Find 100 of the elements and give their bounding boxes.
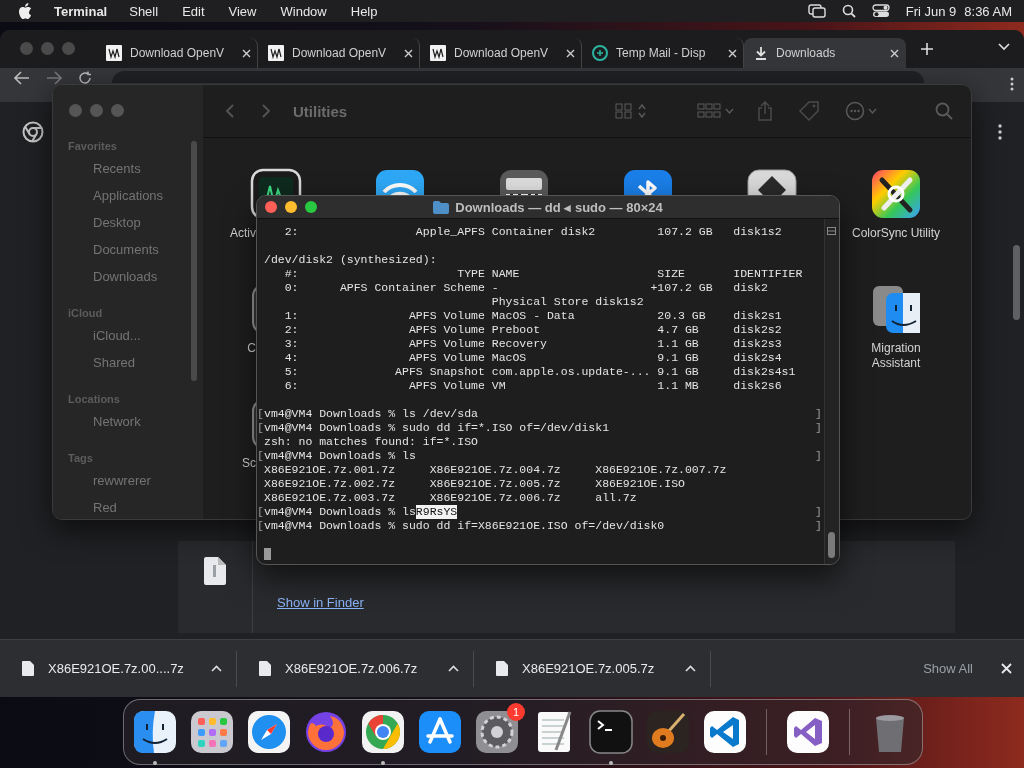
close-window-icon[interactable] [265, 201, 277, 213]
show-all-button[interactable]: Show All [917, 660, 979, 677]
chrome-icon[interactable] [361, 710, 405, 754]
toggle-switches-icon[interactable] [871, 4, 890, 18]
menu-item[interactable]: Edit [182, 3, 205, 19]
line-marker: [ [257, 449, 264, 463]
back-arrow-icon[interactable] [14, 71, 30, 85]
app-label: Sc [242, 456, 256, 471]
terminal-command: vm4@VM4 Downloads % sudo dd if=*.ISO of=/dev/disk1 [264, 421, 610, 435]
more-icon[interactable] [1010, 77, 1014, 91]
menu-item[interactable]: Help [350, 3, 378, 19]
scrollbar-thumb[interactable] [828, 532, 835, 558]
chevron-down-icon[interactable] [998, 43, 1010, 51]
terminal-output: 2: APFS Volume Preboot 4.7 GB disk2s2 [283, 323, 782, 337]
diamond-icon[interactable] [746, 168, 798, 196]
terminal-command: vm4@VM4 Downloads % sudo dd if=X86E921OE.ISO of=/dev/disk0 [264, 519, 665, 533]
keyboard-icon[interactable] [498, 168, 550, 196]
apple-icon[interactable] [18, 3, 32, 19]
download-file-name: X86E921OE.7z.005.7z [522, 661, 656, 676]
scrollbar[interactable] [191, 141, 197, 381]
notification-badge: 1 [507, 703, 525, 721]
line-marker: [ [257, 407, 264, 421]
app-store-icon[interactable] [418, 710, 462, 754]
ide-icon[interactable] [785, 710, 830, 754]
gear-icon[interactable] [475, 710, 519, 754]
reload-icon[interactable] [78, 71, 92, 85]
terminal-command: vm4@VM4 Downloads % ls [264, 505, 416, 519]
line-marker: [ [257, 505, 264, 519]
more-icon[interactable] [998, 124, 1002, 140]
terminal-output: 2: Apple_APFS Container disk2 107.2 GB disk1s2 [283, 225, 782, 239]
selected-text: R9RsYS [415, 505, 458, 519]
close-icon[interactable] [242, 48, 251, 58]
favicon-icon [106, 45, 122, 61]
terminal-output: 4: APFS Volume MacOS 9.1 GB disk2s4 [283, 351, 782, 365]
line-marker: [ [257, 421, 264, 435]
close-icon[interactable] [728, 48, 737, 58]
tools-icon[interactable] [870, 168, 922, 220]
app-menu[interactable]: Terminal [54, 3, 108, 19]
window-title: Downloads — dd ◂ sudo — 80×24 [455, 199, 663, 215]
scroll-button-icon[interactable] [827, 227, 836, 235]
scrollbar[interactable] [1013, 245, 1020, 320]
download-item[interactable]: X86E921OE.7z.006.7z [237, 650, 474, 687]
app-label: C [247, 341, 256, 356]
download-file-name: X86E921OE.7z.006.7z [285, 661, 419, 676]
menu-item[interactable]: Shell [129, 3, 159, 19]
zoom-window-icon[interactable] [305, 201, 317, 213]
caret-up-icon[interactable] [685, 665, 696, 672]
download-file-name: X86E921OE.7z.00....7z [48, 661, 185, 676]
line-marker: ] [815, 407, 822, 421]
guitar-icon[interactable] [646, 710, 690, 754]
close-icon[interactable] [1001, 663, 1012, 674]
app-label: Activ [230, 226, 256, 241]
menu-item[interactable]: Window [280, 3, 327, 19]
minimize-window-icon[interactable] [285, 201, 297, 213]
close-icon[interactable] [404, 48, 413, 58]
terminal-output: Physical Store disk1s2 [490, 295, 644, 309]
caret-up-icon[interactable] [448, 665, 459, 672]
finder-face-icon[interactable] [133, 710, 177, 754]
terminal-output: 6: APFS Volume VM 1.1 MB disk2s6 [283, 379, 782, 393]
favicon-icon [592, 45, 608, 61]
code-editor-icon[interactable] [703, 710, 747, 754]
app-label: Migration Assistant [870, 341, 922, 371]
terminal-command: vm4@VM4 Downloads % ls [264, 449, 416, 463]
bluetooth-icon[interactable] [622, 168, 674, 196]
app-grid-icon[interactable] [190, 710, 234, 754]
search-icon[interactable] [841, 4, 856, 18]
download-item[interactable]: X86E921OE.7z.00....7z [0, 650, 237, 687]
file-icon [22, 661, 34, 676]
forward-arrow-icon[interactable] [46, 71, 62, 85]
show-in-finder-link[interactable]: Show in Finder [277, 595, 364, 610]
new-tab-icon[interactable] [920, 42, 934, 56]
app-label: ColorSync Utility [851, 226, 941, 241]
menu-item[interactable]: View [228, 3, 257, 19]
line-marker: ] [815, 519, 822, 533]
terminal-output: 3: APFS Volume Recovery 1.1 GB disk2s3 [283, 337, 782, 351]
text-cursor [264, 548, 271, 560]
close-icon[interactable] [566, 48, 575, 58]
screen-mirroring-icon[interactable] [807, 4, 826, 18]
favicon-icon [268, 45, 284, 61]
scrollbar[interactable] [824, 219, 839, 564]
file-icon [204, 557, 226, 585]
terminal-output: zsh: no matches found: if=*.ISO [264, 435, 478, 449]
terminal-output: 1: APFS Volume MacOS - Data 20.3 GB disk2s1 [283, 309, 782, 323]
terminal-icon[interactable] [589, 710, 633, 754]
browser-tab[interactable]: Downloads [744, 38, 906, 68]
caret-up-icon[interactable] [211, 665, 222, 672]
chrome-logo-icon [22, 121, 44, 143]
compass-icon[interactable] [247, 710, 291, 754]
download-item[interactable]: X86E921OE.7z.005.7z [474, 650, 711, 687]
close-icon[interactable] [890, 48, 899, 58]
line-marker: ] [815, 421, 822, 435]
wifi-icon[interactable] [374, 168, 426, 196]
menu-bar-clock[interactable]: Fri Jun 9 8:36 AM [905, 3, 1012, 19]
line-marker: ] [815, 505, 822, 519]
file-icon [259, 661, 271, 676]
terminal-output: X86E921OE.7z.003.7z X86E921OE.7z.006.7z all.7z [264, 491, 637, 505]
fox-globe-icon[interactable] [304, 710, 348, 754]
more-options-icon[interactable] [845, 101, 879, 121]
line-marker: ] [815, 449, 822, 463]
smiling-faces-icon[interactable] [870, 283, 922, 335]
